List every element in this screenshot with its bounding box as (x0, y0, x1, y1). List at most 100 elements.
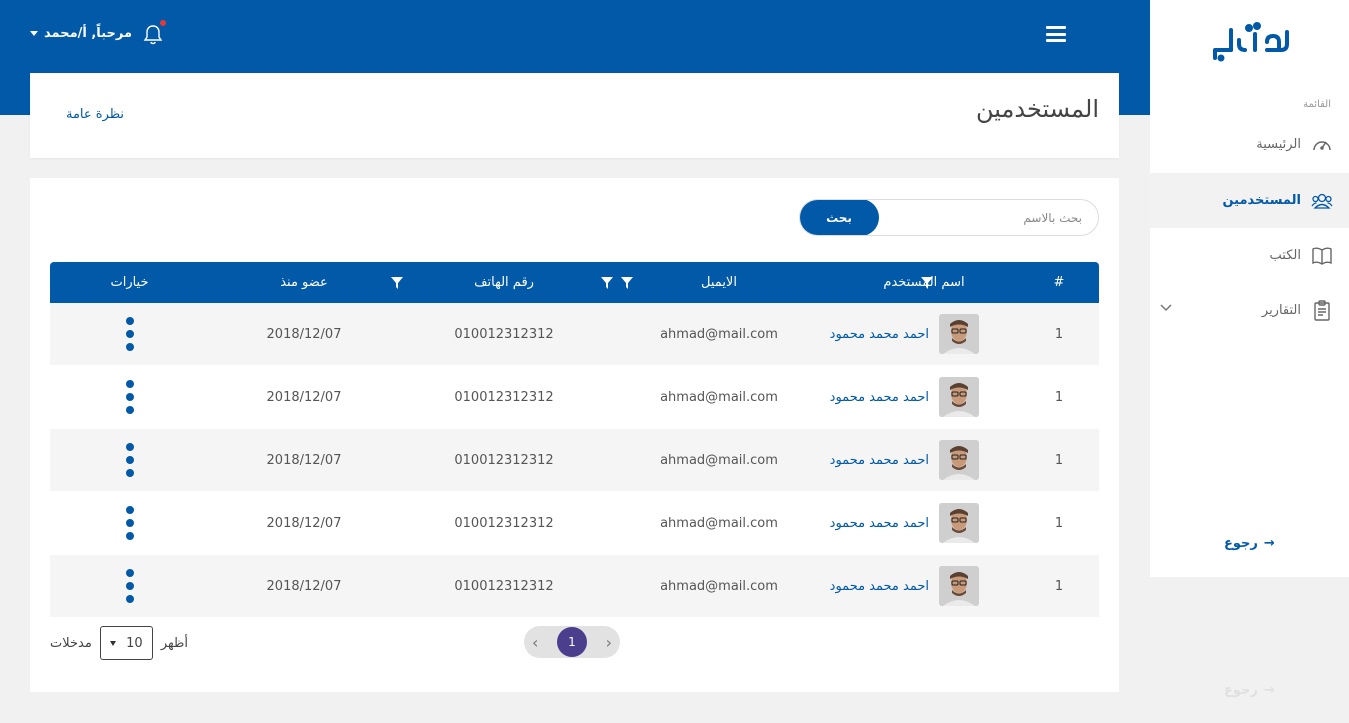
user-name-link[interactable]: احمد محمد محمود (830, 327, 929, 342)
col-phone-header: رقم الهاتف (399, 275, 613, 290)
options-cell (50, 502, 209, 544)
col-num-header: # (1053, 275, 1065, 290)
email-cell: ahmad@mail.com (660, 326, 778, 342)
filter-icon[interactable] (921, 276, 933, 289)
email-cell: ahmad@mail.com (660, 452, 778, 468)
filter-icon[interactable] (391, 276, 403, 289)
user-greeting: مرحباً, أ/محمد (44, 26, 133, 41)
sidebar-item-label: المستخدمين (1222, 193, 1301, 208)
sidebar-item-home[interactable]: الرئيسية (1150, 117, 1349, 172)
users-icon (1311, 193, 1333, 209)
sidebar-item-reports[interactable]: التقارير (1150, 283, 1349, 338)
prev-page-icon[interactable]: ‹ (532, 633, 538, 652)
user-name-link[interactable]: احمد محمد محمود (830, 390, 929, 405)
phone-cell: 010012312312 (454, 389, 554, 405)
back-label: رجوع (1224, 536, 1258, 551)
col-member-since-header: عضو منذ (209, 275, 403, 290)
user-name-link[interactable]: احمد محمد محمود (830, 516, 929, 531)
more-options-icon[interactable] (122, 313, 138, 355)
table-row: 1 احمد محمد محمود ahmad@mail.com 0100123… (50, 303, 1099, 366)
avatar (939, 314, 979, 354)
more-options-icon[interactable] (122, 439, 138, 481)
table-row: 1 احمد محمد محمود ahmad@mail.com 0100123… (50, 366, 1099, 429)
row-number: 1 (1054, 389, 1064, 405)
next-page-icon[interactable]: › (606, 633, 612, 652)
table-row: 1 احمد محمد محمود ahmad@mail.com 0100123… (50, 555, 1099, 618)
user-cell: احمد محمد محمود (829, 314, 1019, 354)
page-1-button[interactable]: 1 (557, 627, 587, 657)
table-row: 1 احمد محمد محمود ahmad@mail.com 0100123… (50, 492, 1099, 555)
options-cell (50, 376, 209, 418)
logo (1205, 18, 1295, 62)
arrow-right-icon: → (1263, 683, 1275, 698)
menu-toggle-icon[interactable] (1046, 26, 1066, 42)
search-button[interactable]: بحث (800, 200, 879, 235)
avatar (939, 503, 979, 543)
avatar (939, 566, 979, 606)
caret-down-icon (30, 31, 38, 36)
entries-show-label: أظهر (160, 635, 188, 651)
more-options-icon[interactable] (122, 502, 138, 544)
overview-link[interactable]: نظرة عامة (66, 107, 124, 122)
sidebar-item-users[interactable]: المستخدمين (1150, 173, 1349, 228)
sidebar-item-label: التقارير (1261, 303, 1301, 318)
table-body: 1 احمد محمد محمود ahmad@mail.com 0100123… (50, 303, 1099, 618)
member-since-cell: 2018/12/07 (266, 389, 342, 405)
more-options-icon[interactable] (122, 565, 138, 607)
user-name-link[interactable]: احمد محمد محمود (830, 579, 929, 594)
ghost-back-label: رجوع (1224, 683, 1258, 698)
phone-cell: 010012312312 (454, 326, 554, 342)
chevron-down-icon[interactable] (1160, 304, 1172, 312)
sidebar-item-books[interactable]: الكتب (1150, 228, 1349, 283)
filter-icon[interactable] (601, 276, 613, 289)
email-cell: ahmad@mail.com (660, 515, 778, 531)
entries-select[interactable]: 10 (99, 626, 153, 660)
options-cell (50, 565, 209, 607)
user-cell: احمد محمد محمود (829, 566, 1019, 606)
user-cell: احمد محمد محمود (829, 377, 1019, 417)
user-cell: احمد محمد محمود (829, 503, 1019, 543)
filter-icon[interactable] (621, 276, 633, 289)
user-menu[interactable]: مرحباً, أ/محمد (30, 26, 132, 41)
speedometer-icon (1313, 140, 1331, 150)
book-icon (1312, 247, 1332, 265)
page-header: المستخدمين نظرة عامة (30, 73, 1119, 158)
member-since-cell: 2018/12/07 (266, 326, 342, 342)
arrow-right-icon: → (1263, 536, 1275, 551)
menu-section-label: القائمة (1303, 99, 1331, 110)
back-link-ghost: رجوع → (1224, 683, 1275, 698)
entries-value: 10 (126, 635, 143, 651)
users-card: بحث # اسم المستخدم الايميل رقم الهاتف عض… (30, 178, 1119, 692)
member-since-cell: 2018/12/07 (266, 578, 342, 594)
phone-cell: 010012312312 (454, 515, 554, 531)
col-email-header: الايميل (609, 275, 829, 290)
col-name-header: اسم المستخدم (883, 275, 965, 290)
search-input[interactable] (879, 200, 1098, 235)
col-options-header: خيارات (110, 275, 149, 290)
sidebar-item-label: الكتب (1269, 248, 1301, 263)
avatar (939, 440, 979, 480)
search-box: بحث (799, 199, 1099, 236)
users-table: # اسم المستخدم الايميل رقم الهاتف عضو من… (50, 262, 1099, 618)
table-header: # اسم المستخدم الايميل رقم الهاتف عضو من… (50, 262, 1099, 303)
pagination: ‹ 1 › (524, 626, 620, 658)
avatar (939, 377, 979, 417)
entries-suffix: مدخلات (50, 635, 92, 651)
clipboard-icon (1314, 299, 1330, 321)
email-cell: ahmad@mail.com (660, 578, 778, 594)
phone-cell: 010012312312 (454, 452, 554, 468)
row-number: 1 (1054, 452, 1064, 468)
sidebar-item-label: الرئيسية (1256, 137, 1301, 152)
table-row: 1 احمد محمد محمود ahmad@mail.com 0100123… (50, 429, 1099, 492)
sidebar: القائمة الرئيسية المستخدمين الكتب التقار… (1150, 0, 1349, 577)
user-name-link[interactable]: احمد محمد محمود (830, 453, 929, 468)
user-cell: احمد محمد محمود (829, 440, 1019, 480)
notifications-bell-icon[interactable] (143, 20, 166, 46)
more-options-icon[interactable] (122, 376, 138, 418)
member-since-cell: 2018/12/07 (266, 452, 342, 468)
phone-cell: 010012312312 (454, 578, 554, 594)
back-link[interactable]: رجوع → (1224, 536, 1275, 551)
options-cell (50, 439, 209, 481)
entries-per-page: مدخلات 10 أظهر (50, 626, 188, 660)
notification-badge (160, 20, 166, 26)
